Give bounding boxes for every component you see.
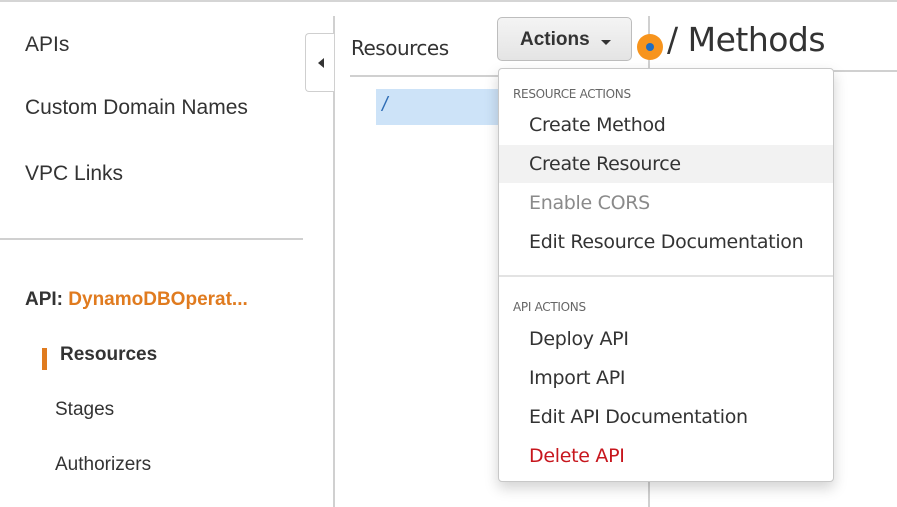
resources-title: Resources xyxy=(351,36,449,60)
active-indicator xyxy=(42,348,47,370)
menu-item-label: Enable CORS xyxy=(529,192,650,214)
api-actions-header: API ACTIONS xyxy=(513,300,586,314)
caret-left-icon xyxy=(318,58,324,68)
api-prefix: API: xyxy=(25,289,63,310)
sidebar-item-stages[interactable]: Stages xyxy=(55,399,114,421)
api-heading: API: DynamoDBOperat... xyxy=(25,289,248,311)
sidebar-divider xyxy=(0,238,303,240)
cursor-indicator-icon xyxy=(637,34,663,60)
sidebar-item-authorizers[interactable]: Authorizers xyxy=(55,454,151,476)
resources-divider xyxy=(350,75,500,77)
collapse-sidebar-button[interactable] xyxy=(305,33,334,92)
menu-item-deploy-api[interactable]: Deploy API xyxy=(499,320,833,358)
menu-item-label: Delete API xyxy=(529,445,625,467)
menu-item-label: Create Method xyxy=(529,114,666,136)
resource-path: / xyxy=(382,94,388,116)
menu-item-create-method[interactable]: Create Method xyxy=(499,106,833,144)
sidebar-item-resources[interactable]: Resources xyxy=(60,344,157,366)
sidebar: APIs Custom Domain Names VPC Links API: … xyxy=(0,2,333,507)
chevron-down-icon xyxy=(601,40,611,45)
menu-item-label: Edit API Documentation xyxy=(529,406,748,428)
menu-item-edit-api-documentation[interactable]: Edit API Documentation xyxy=(499,398,833,436)
sidebar-item-custom-domain-names[interactable]: Custom Domain Names xyxy=(25,96,248,120)
menu-item-create-resource[interactable]: Create Resource xyxy=(499,145,833,183)
cursor-dot xyxy=(646,43,654,51)
sidebar-item-vpc-links[interactable]: VPC Links xyxy=(25,162,123,186)
menu-item-import-api[interactable]: Import API xyxy=(499,359,833,397)
menu-item-edit-resource-documentation[interactable]: Edit Resource Documentation xyxy=(499,223,833,261)
actions-label: Actions xyxy=(520,29,590,50)
actions-dropdown-menu: RESOURCE ACTIONS Create Method Create Re… xyxy=(498,68,834,482)
sidebar-item-apis[interactable]: APIs xyxy=(25,33,69,57)
api-name-link[interactable]: DynamoDBOperat... xyxy=(68,289,247,310)
menu-item-label: Create Resource xyxy=(529,153,681,175)
resource-tree-item-root[interactable]: / xyxy=(376,89,500,125)
menu-divider xyxy=(499,275,833,277)
resource-actions-header: RESOURCE ACTIONS xyxy=(513,87,631,101)
methods-title: / Methods xyxy=(667,20,826,59)
menu-item-label: Deploy API xyxy=(529,328,629,350)
menu-item-enable-cors: Enable CORS xyxy=(499,184,833,222)
menu-item-delete-api[interactable]: Delete API xyxy=(499,437,833,475)
menu-item-label: Import API xyxy=(529,367,626,389)
menu-item-label: Edit Resource Documentation xyxy=(529,231,804,253)
actions-button[interactable]: Actions xyxy=(497,17,632,61)
